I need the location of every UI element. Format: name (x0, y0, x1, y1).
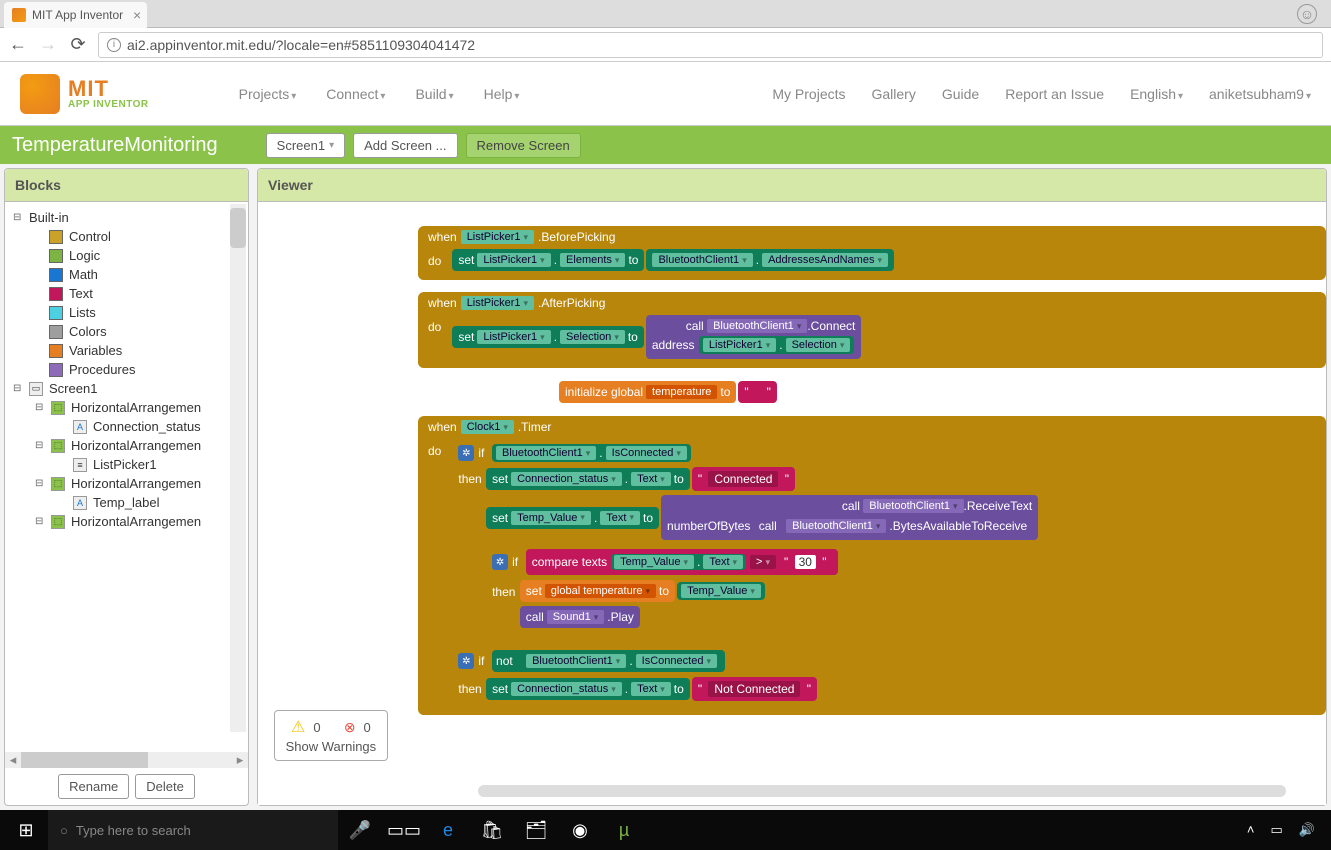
tree-h-scroll[interactable]: ◂▸ (5, 752, 248, 768)
blocks-canvas[interactable]: when ListPicker1▾ .BeforePicking do set … (258, 202, 1326, 805)
url-text: ai2.appinventor.mit.edu/?locale=en#58511… (127, 37, 475, 53)
tree-procedures[interactable]: Procedures (9, 360, 244, 379)
block-init-global[interactable]: initialize global temperature to " " (558, 380, 1326, 404)
toolbar: TemperatureMonitoring Screen1▾ Add Scree… (0, 126, 1331, 164)
edge-icon[interactable]: e (426, 810, 470, 850)
link-my-projects[interactable]: My Projects (772, 86, 845, 102)
rename-button[interactable]: Rename (58, 774, 129, 799)
menu-connect[interactable]: Connect▾ (326, 86, 385, 102)
viewer-header: Viewer (258, 169, 1326, 202)
tree-listpicker[interactable]: ≡ListPicker1 (9, 455, 244, 474)
site-info-icon[interactable]: i (107, 38, 121, 52)
menu-build[interactable]: Build▾ (415, 86, 453, 102)
warnings-box[interactable]: ⚠0 ⊗0 Show Warnings (274, 710, 388, 761)
menu-language[interactable]: English▾ (1130, 86, 1183, 102)
tree-conn-status[interactable]: AConnection_status (9, 417, 244, 436)
gear-icon[interactable]: ✲ (458, 653, 474, 669)
address-bar: ← → ⟳ i ai2.appinventor.mit.edu/?locale=… (0, 28, 1331, 62)
windows-taskbar: ⊞ ○ Type here to search 🎤 ▭▭ e 🛍 🗂 ◉ µ ˄… (0, 810, 1331, 850)
viewer-panel: Viewer when ListPicker1▾ .BeforePicking … (257, 168, 1327, 806)
tree-builtin[interactable]: ⊟Built-in (9, 208, 244, 227)
block-timer[interactable]: when Clock1▾ .Timer do ✲ if (418, 416, 1326, 715)
task-view-icon[interactable]: ▭▭ (382, 810, 426, 850)
battery-icon[interactable]: ▭ (1271, 822, 1283, 838)
reload-button[interactable]: ⟳ (68, 35, 88, 55)
logo-sub: APP INVENTOR (68, 100, 149, 110)
tree-text[interactable]: Text (9, 284, 244, 303)
start-button[interactable]: ⊞ (4, 810, 48, 850)
taskbar-search[interactable]: ○ Type here to search (48, 810, 338, 850)
canvas-h-scroll[interactable] (478, 785, 1286, 797)
profile-icon[interactable]: ☺ (1297, 4, 1317, 24)
blocks-header: Blocks (5, 169, 248, 202)
url-field[interactable]: i ai2.appinventor.mit.edu/?locale=en#585… (98, 32, 1323, 58)
search-placeholder: Type here to search (76, 823, 191, 838)
gear-icon[interactable]: ✲ (458, 445, 474, 461)
remove-screen-button[interactable]: Remove Screen (466, 133, 581, 158)
tab-title: MIT App Inventor (32, 8, 123, 22)
store-icon[interactable]: 🛍 (470, 810, 514, 850)
favicon (12, 8, 26, 22)
link-gallery[interactable]: Gallery (872, 86, 916, 102)
app-header: MIT APP INVENTOR Projects▾ Connect▾ Buil… (0, 62, 1331, 126)
menu-projects[interactable]: Projects▾ (239, 86, 297, 102)
show-warnings-button[interactable]: Show Warnings (285, 739, 377, 754)
main-area: Blocks ⊟Built-in Control Logic Math Text… (0, 164, 1331, 810)
tree-variables[interactable]: Variables (9, 341, 244, 360)
tree-logic[interactable]: Logic (9, 246, 244, 265)
warning-icon: ⚠ (291, 717, 305, 737)
logo: MIT APP INVENTOR (20, 74, 149, 114)
volume-icon[interactable]: 🔊 (1299, 822, 1315, 838)
close-icon[interactable]: × (133, 7, 141, 23)
link-guide[interactable]: Guide (942, 86, 979, 102)
browser-tabstrip: MIT App Inventor × ☺ (0, 0, 1331, 28)
tree-control[interactable]: Control (9, 227, 244, 246)
menu-help[interactable]: Help▾ (484, 86, 520, 102)
tree-ha4[interactable]: ⊟⬚HorizontalArrangemen (9, 512, 244, 531)
blocks-tree: ⊟Built-in Control Logic Math Text Lists … (5, 202, 248, 752)
tree-temp-label[interactable]: ATemp_label (9, 493, 244, 512)
project-name: TemperatureMonitoring (12, 134, 218, 157)
logo-icon (20, 74, 60, 114)
cortana-mic-icon[interactable]: 🎤 (338, 810, 382, 850)
delete-button[interactable]: Delete (135, 774, 195, 799)
tree-math[interactable]: Math (9, 265, 244, 284)
tree-ha2[interactable]: ⊟⬚HorizontalArrangemen (9, 436, 244, 455)
tray-chevron-icon[interactable]: ˄ (1247, 822, 1255, 838)
gear-icon[interactable]: ✲ (492, 554, 508, 570)
tree-scrollbar[interactable] (230, 204, 246, 732)
tree-colors[interactable]: Colors (9, 322, 244, 341)
error-icon: ⊗ (344, 719, 356, 736)
chrome-icon[interactable]: ◉ (558, 810, 602, 850)
utorrent-icon[interactable]: µ (602, 810, 646, 850)
browser-tab[interactable]: MIT App Inventor × (4, 2, 147, 28)
tree-lists[interactable]: Lists (9, 303, 244, 322)
menu-right: My Projects Gallery Guide Report an Issu… (772, 86, 1311, 102)
add-screen-button[interactable]: Add Screen ... (353, 133, 457, 158)
explorer-icon[interactable]: 🗂 (514, 810, 558, 850)
tree-ha3[interactable]: ⊟⬚HorizontalArrangemen (9, 474, 244, 493)
block-before-picking[interactable]: when ListPicker1▾ .BeforePicking do set … (418, 226, 1326, 280)
search-icon: ○ (60, 823, 68, 838)
tree-screen1[interactable]: ⊟▭Screen1 (9, 379, 244, 398)
back-button[interactable]: ← (8, 35, 28, 55)
block-after-picking[interactable]: when ListPicker1▾ .AfterPicking do set L… (418, 292, 1326, 368)
main-menu: Projects▾ Connect▾ Build▾ Help▾ (239, 86, 520, 102)
blocks-panel: Blocks ⊟Built-in Control Logic Math Text… (4, 168, 249, 806)
logo-main: MIT (68, 78, 149, 100)
tree-ha1[interactable]: ⊟⬚HorizontalArrangemen (9, 398, 244, 417)
link-report-issue[interactable]: Report an Issue (1005, 86, 1104, 102)
menu-account[interactable]: aniketsubham9▾ (1209, 86, 1311, 102)
screen-dropdown[interactable]: Screen1▾ (266, 133, 345, 158)
forward-button[interactable]: → (38, 35, 58, 55)
